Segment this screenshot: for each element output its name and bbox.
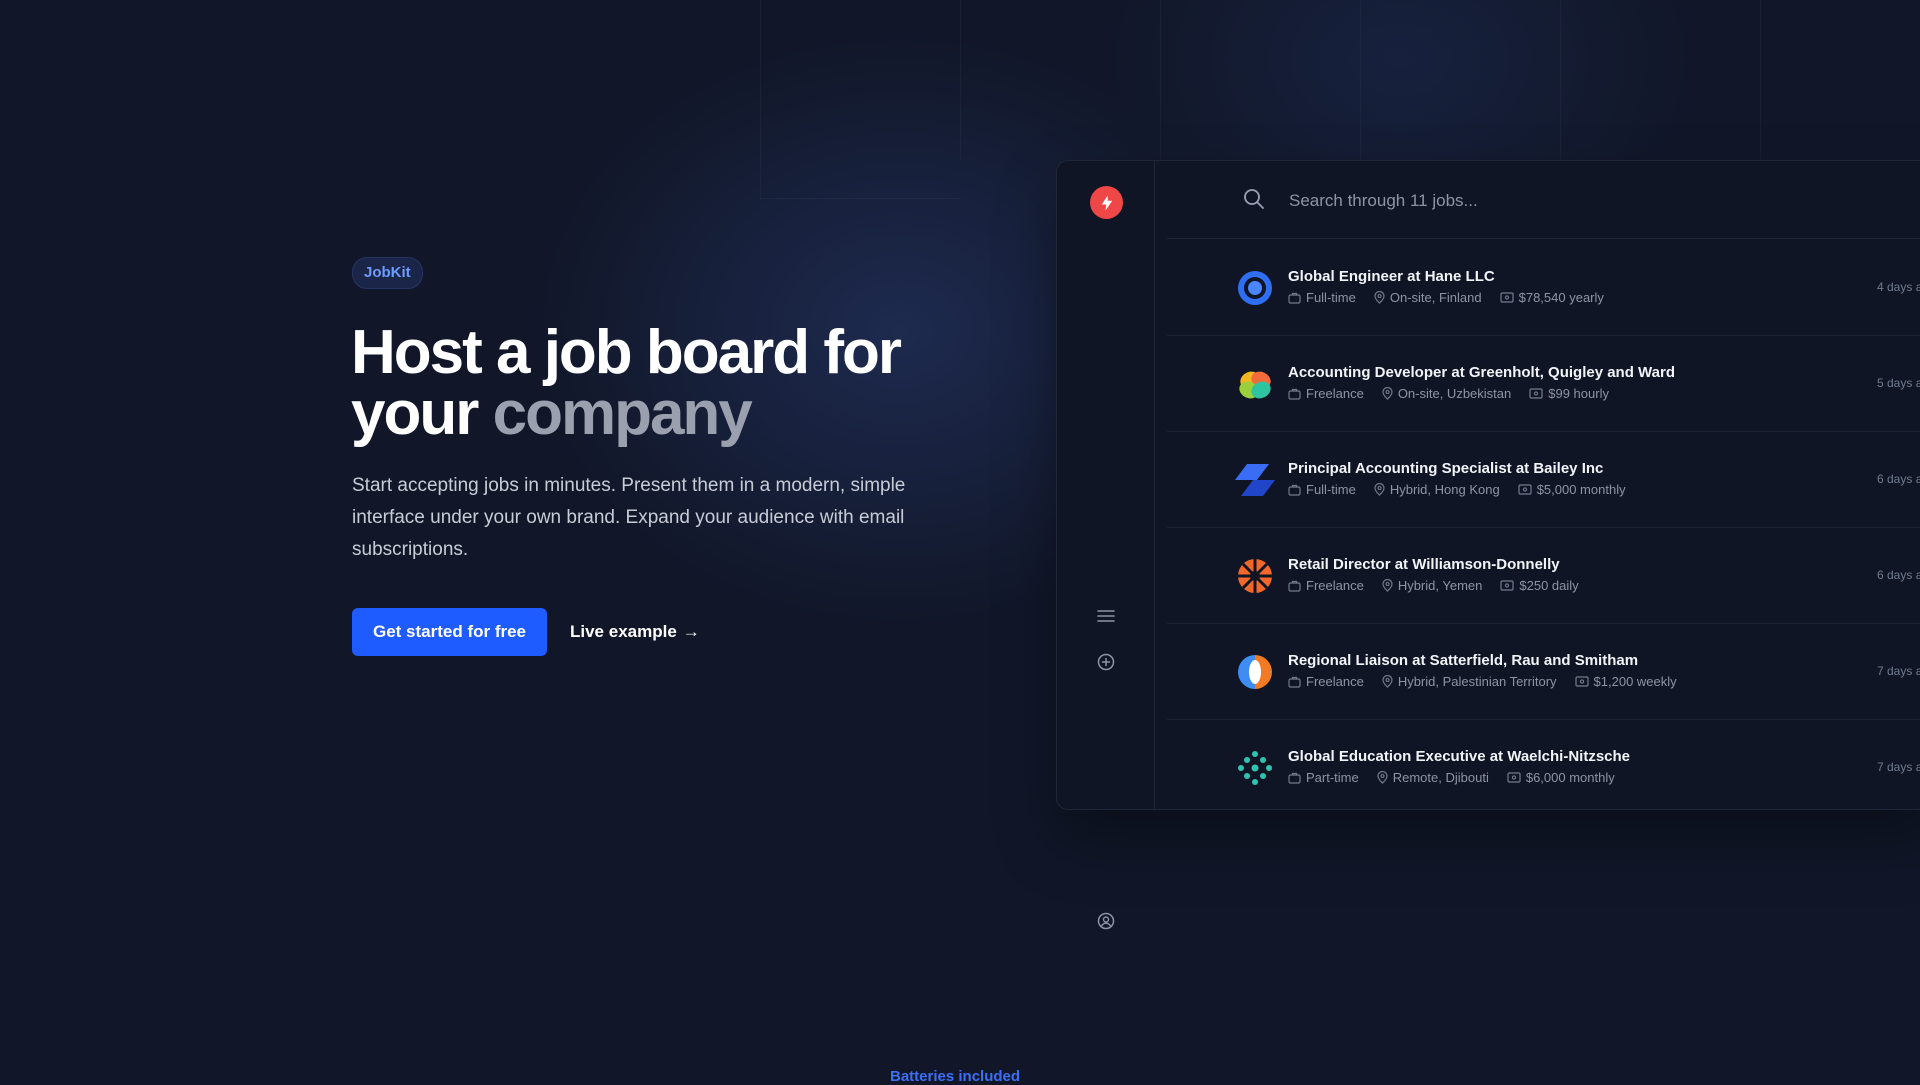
menu-icon[interactable] [1095,605,1117,627]
briefcase-icon [1288,292,1301,304]
job-row[interactable]: Retail Director at Williamson-Donnelly F… [1167,528,1920,624]
job-posted-age: 4 days a [1877,280,1920,294]
job-row[interactable]: Global Education Executive at Waelchi-Ni… [1167,720,1920,815]
job-location: Hybrid, Palestinian Territory [1382,674,1557,689]
job-location: Hybrid, Yemen [1382,578,1482,593]
job-type: Full-time [1288,290,1356,305]
job-salary: $1,200 weekly [1574,674,1677,689]
live-example-label: Live example [570,622,677,641]
grid-line [960,0,961,160]
job-meta: Freelance Hybrid, Palestinian Territory … [1288,674,1677,689]
job-location: On-site, Finland [1374,290,1482,305]
hero-description: Start accepting jobs in minutes. Present… [352,475,906,560]
job-meta: Full-time Hybrid, Hong Kong $5,000 month… [1288,482,1626,497]
search-bar [1167,161,1920,239]
pin-icon [1382,579,1393,592]
job-title: Accounting Developer at Greenholt, Quigl… [1288,364,1675,381]
grid-line [760,198,960,199]
orange-grid-logo-icon [1238,559,1272,593]
cash-icon [1500,292,1514,303]
app-sidebar [1057,161,1155,930]
job-posted-age: 7 days a [1877,760,1920,774]
brand-badge: JobKit [352,257,423,289]
cash-icon [1518,484,1532,495]
job-type: Full-time [1288,482,1356,497]
petal-logo-icon [1239,371,1271,399]
cash-icon [1574,676,1589,687]
job-meta: Freelance On-site, Uzbekistan $99 hourly [1288,386,1609,401]
job-location: Remote, Djibouti [1377,770,1489,785]
job-type: Freelance [1288,674,1364,689]
section-teaser: Batteries included [890,1068,1021,1085]
blue-ring-logo-icon [1238,271,1272,305]
briefcase-icon [1288,772,1301,784]
briefcase-icon [1288,580,1301,592]
job-location: On-site, Uzbekistan [1382,386,1511,401]
live-example-link[interactable]: Live example → [570,608,700,656]
job-board-preview: Global Engineer at Hane LLC Full-time On… [1056,160,1920,930]
cash-icon [1529,388,1543,399]
user-circle-icon[interactable] [1095,910,1117,932]
job-row[interactable]: Regional Liaison at Satterfield, Rau and… [1167,624,1920,720]
job-salary: $99 hourly [1529,386,1609,401]
job-salary: $250 daily [1500,578,1579,593]
search-icon [1244,189,1264,209]
briefcase-icon [1288,388,1301,400]
job-title: Regional Liaison at Satterfield, Rau and… [1288,652,1639,669]
grid-line [1360,0,1361,160]
job-posted-age: 7 days a [1877,664,1920,678]
grid-line [1160,0,1161,160]
search-input[interactable] [1287,183,1911,219]
logo-bolt-icon[interactable] [1090,186,1123,219]
job-row[interactable]: Global Engineer at Hane LLC Full-time On… [1167,240,1920,336]
add-circle-icon[interactable] [1095,651,1117,673]
job-row[interactable]: Principal Accounting Specialist at Baile… [1167,432,1920,528]
job-posted-age: 6 days a [1877,568,1920,582]
grid-line [760,0,761,200]
cash-icon [1507,772,1521,783]
grid-line [1560,0,1561,160]
teal-dots-logo-icon [1238,751,1272,785]
job-meta: Part-time Remote, Djibouti $6,000 monthl… [1288,770,1615,785]
arrow-right-icon: → [682,622,700,641]
job-salary: $6,000 monthly [1507,770,1615,785]
pin-icon [1377,771,1388,784]
grid-line [1760,0,1761,160]
job-title: Retail Director at Williamson-Donnelly [1288,556,1560,573]
job-type: Part-time [1288,770,1359,785]
pin-icon [1382,675,1393,688]
job-row[interactable]: Accounting Developer at Greenholt, Quigl… [1167,336,1920,432]
job-title: Principal Accounting Specialist at Baile… [1288,460,1604,477]
job-posted-age: 6 days a [1877,472,1920,486]
pin-icon [1374,291,1385,304]
job-title: Global Education Executive at Waelchi-Ni… [1288,748,1631,765]
get-started-button[interactable]: Get started for free [352,608,547,656]
job-type: Freelance [1288,578,1364,593]
pin-icon [1374,483,1385,496]
briefcase-icon [1288,676,1301,688]
job-meta: Full-time On-site, Finland $78,540 yearl… [1288,290,1604,305]
orange-blue-circle-logo-icon [1238,655,1272,689]
pin-icon [1382,387,1393,400]
blue-parallelogram-logo-icon [1235,464,1275,496]
job-title: Global Engineer at Hane LLC [1288,268,1495,285]
job-salary: $5,000 monthly [1518,482,1626,497]
page-title: Host a job board for your company [351,322,971,445]
job-type: Freelance [1288,386,1364,401]
job-posted-age: 5 days a [1877,376,1920,390]
job-location: Hybrid, Hong Kong [1374,482,1500,497]
job-list: Global Engineer at Hane LLC Full-time On… [1167,240,1920,815]
job-salary: $78,540 yearly [1500,290,1604,305]
job-meta: Freelance Hybrid, Yemen $250 daily [1288,578,1579,593]
briefcase-icon [1288,484,1301,496]
cash-icon [1500,580,1514,591]
headline-accent: company [492,379,753,448]
